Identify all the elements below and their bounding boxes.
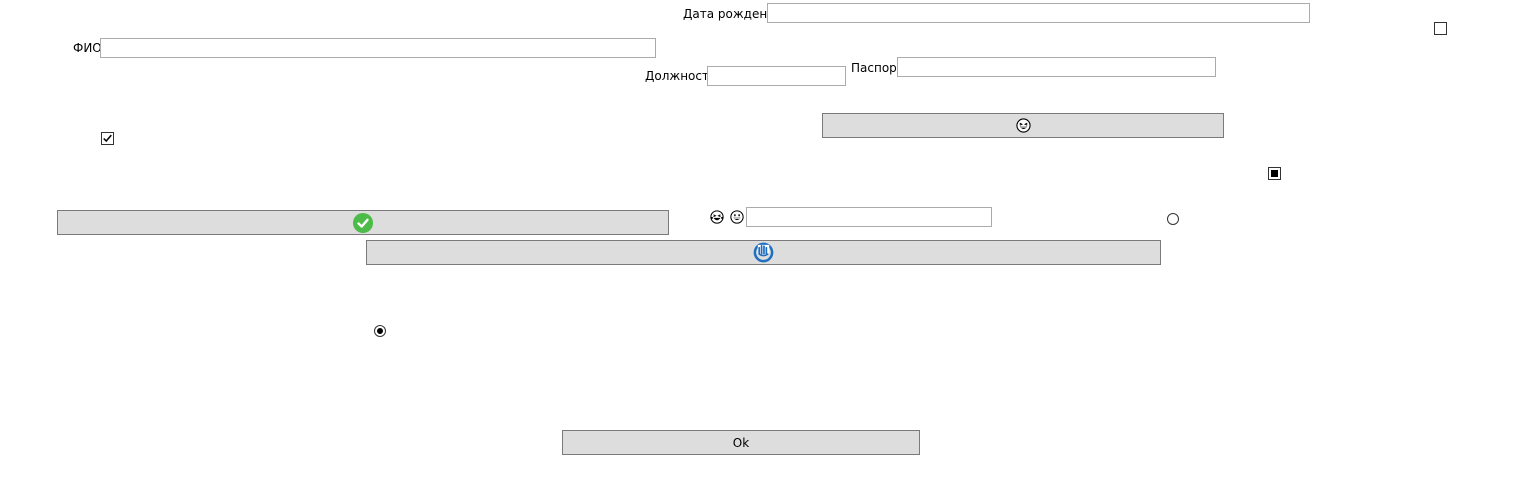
left-radio-button[interactable]	[374, 325, 386, 337]
indeterminate-square-icon	[1271, 170, 1278, 177]
radio-selected-dot	[377, 328, 383, 334]
emoji-text-field[interactable]	[746, 207, 992, 227]
checkmark-icon	[103, 134, 112, 143]
emoji-button[interactable]	[822, 113, 1224, 138]
position-field[interactable]	[707, 66, 846, 86]
left-checkbox[interactable]	[101, 132, 114, 145]
right-radio-button[interactable]	[1167, 213, 1179, 225]
top-right-checkbox[interactable]	[1434, 22, 1447, 35]
blue-circle-hand-icon	[753, 242, 774, 263]
birth-date-field[interactable]	[767, 3, 1310, 23]
passport-label: Паспорт	[851, 61, 904, 75]
green-check-circle-icon	[353, 212, 373, 233]
grinning-emoji-icon	[730, 210, 744, 224]
passport-field[interactable]	[897, 57, 1216, 77]
laughing-tears-emoji-icon	[710, 210, 724, 224]
ok-button[interactable]: Ok	[562, 430, 920, 455]
grinning-squint-emoji-icon	[1015, 118, 1031, 133]
position-label: Должность	[645, 69, 717, 83]
fio-field[interactable]	[100, 38, 656, 58]
confirm-check-button[interactable]	[57, 210, 669, 235]
right-checkbox[interactable]	[1268, 167, 1281, 180]
blue-icon-button[interactable]	[366, 240, 1161, 265]
fio-label: ФИО	[73, 41, 102, 55]
